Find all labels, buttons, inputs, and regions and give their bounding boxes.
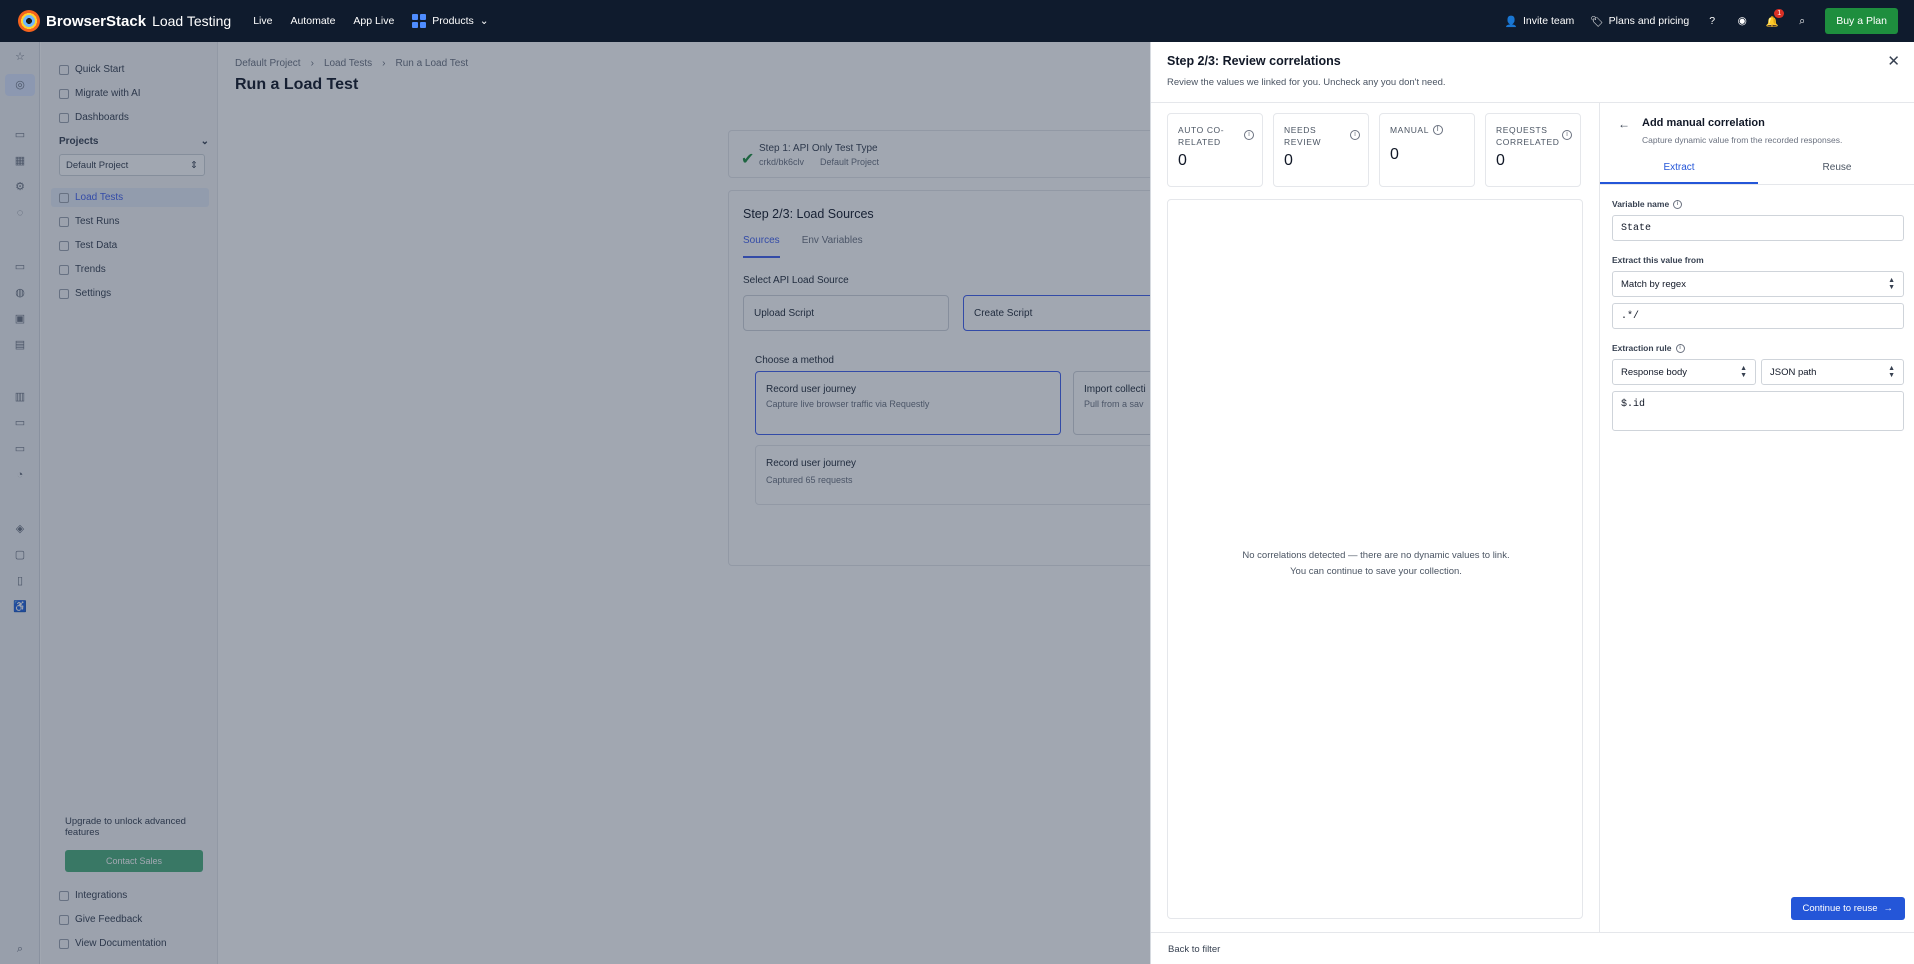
panel-title: Step 2/3: Review correlations	[1167, 54, 1341, 68]
stat-value: 0	[1284, 152, 1293, 169]
continue-to-reuse-button[interactable]: Continue to reuse →	[1790, 897, 1905, 920]
select-arrows-icon: ▲ ▼	[1888, 277, 1895, 291]
products-grid-icon	[412, 14, 427, 28]
variable-name-input[interactable]: State	[1612, 215, 1904, 241]
stat-requests-correlated: REQUESTS CORRELATED i 0	[1485, 113, 1581, 187]
buy-plan-button[interactable]: Buy a Plan	[1825, 8, 1898, 34]
tab-reuse[interactable]: Reuse	[1758, 151, 1914, 184]
close-icon[interactable]: ✕	[1887, 52, 1900, 70]
notifications-icon[interactable]: 🔔 1	[1765, 9, 1785, 28]
extraction-rule-label: Extraction rule	[1612, 343, 1672, 353]
review-correlations-panel: Step 2/3: Review correlations Review the…	[1150, 42, 1914, 964]
products-menu[interactable]: Products ⌄	[412, 14, 489, 28]
product-name: Load Testing	[152, 13, 232, 29]
correlations-column: AUTO CO-RELATED i 0 NEEDS REVIEW i 0 MAN…	[1151, 102, 1599, 932]
nav-automate[interactable]: Automate	[290, 15, 335, 27]
browserstack-logo-icon	[18, 10, 40, 32]
invite-team-label: Invite team	[1522, 15, 1575, 27]
empty-state-text: No correlations detected — there are no …	[1242, 550, 1510, 577]
invite-team-button[interactable]: 👤 Invite team	[1505, 15, 1574, 28]
variable-name-label: Variable name	[1612, 199, 1670, 209]
rule-source-select[interactable]: Response body ▲ ▼	[1612, 359, 1756, 385]
select-arrows-icon: ▲ ▼	[1740, 365, 1747, 379]
user-plus-icon: 👤	[1504, 15, 1518, 28]
extract-from-label: Extract this value from	[1612, 255, 1704, 265]
back-arrow-icon[interactable]: ←	[1618, 117, 1630, 131]
manual-subtitle: Capture dynamic value from the recorded …	[1642, 135, 1843, 145]
stat-needs-review: NEEDS REVIEW i 0	[1273, 113, 1369, 187]
top-navbar: BrowserStack Load Testing Live Automate …	[0, 0, 1914, 42]
tag-icon: 🏷	[1590, 15, 1604, 28]
regex-input[interactable]: .*/	[1612, 303, 1904, 329]
brand-name: BrowserStack	[46, 12, 147, 30]
panel-footer: Back to filter	[1151, 932, 1914, 964]
arrow-right-icon: →	[1883, 903, 1894, 914]
info-icon[interactable]: i	[1244, 130, 1254, 140]
nav-app-live[interactable]: App Live	[353, 15, 394, 27]
plans-pricing-label: Plans and pricing	[1608, 15, 1690, 27]
rule-expression-textarea[interactable]: $.id	[1612, 391, 1904, 431]
stat-auto-correlated: AUTO CO-RELATED i 0	[1167, 113, 1263, 187]
browserstack-logo[interactable]: BrowserStack Load Testing	[18, 10, 231, 32]
nav-live[interactable]: Live	[253, 15, 272, 27]
info-icon[interactable]: i	[1350, 130, 1360, 140]
plans-pricing-link[interactable]: 🏷 Plans and pricing	[1590, 15, 1689, 28]
rule-type-select[interactable]: JSON path ▲ ▼	[1761, 359, 1904, 385]
extract-method-select[interactable]: Match by regex ▲ ▼	[1612, 271, 1904, 297]
tab-extract[interactable]: Extract	[1600, 151, 1758, 184]
stat-label: MANUAL	[1390, 125, 1430, 135]
rule-type-value: JSON path	[1770, 367, 1817, 378]
continue-label: Continue to reuse	[1802, 903, 1878, 914]
search-icon[interactable]: ⌕	[1795, 14, 1809, 28]
info-icon[interactable]: i	[1433, 125, 1444, 135]
stat-value: 0	[1390, 146, 1399, 163]
help-icon[interactable]: ?	[1705, 14, 1719, 28]
manual-correlation-form: ← Add manual correlation Capture dynamic…	[1599, 102, 1914, 932]
manual-title: Add manual correlation	[1642, 117, 1765, 129]
info-icon[interactable]: i	[1675, 343, 1685, 353]
stat-value: 0	[1178, 152, 1187, 169]
stat-label: NEEDS REVIEW	[1284, 125, 1322, 147]
products-label: Products	[432, 15, 474, 27]
info-icon[interactable]: i	[1673, 199, 1683, 209]
select-arrows-icon: ▲ ▼	[1888, 365, 1895, 379]
back-to-filter-link[interactable]: Back to filter	[1168, 944, 1220, 955]
rule-source-value: Response body	[1621, 367, 1688, 378]
stat-label: REQUESTS CORRELATED	[1496, 125, 1560, 147]
notification-badge: 1	[1774, 9, 1785, 18]
account-icon[interactable]: ◉	[1735, 14, 1749, 28]
stat-value: 0	[1496, 152, 1505, 169]
panel-subtitle: Review the values we linked for you. Unc…	[1167, 77, 1446, 88]
chevron-down-icon: ⌄	[479, 15, 489, 27]
stat-manual: MANUAL i 0	[1379, 113, 1475, 187]
info-icon[interactable]: i	[1562, 130, 1572, 140]
correlations-list: No correlations detected — there are no …	[1167, 199, 1583, 919]
modal-backdrop[interactable]	[0, 42, 1150, 964]
stat-label: AUTO CO-RELATED	[1178, 125, 1225, 147]
extract-method-value: Match by regex	[1621, 279, 1686, 290]
